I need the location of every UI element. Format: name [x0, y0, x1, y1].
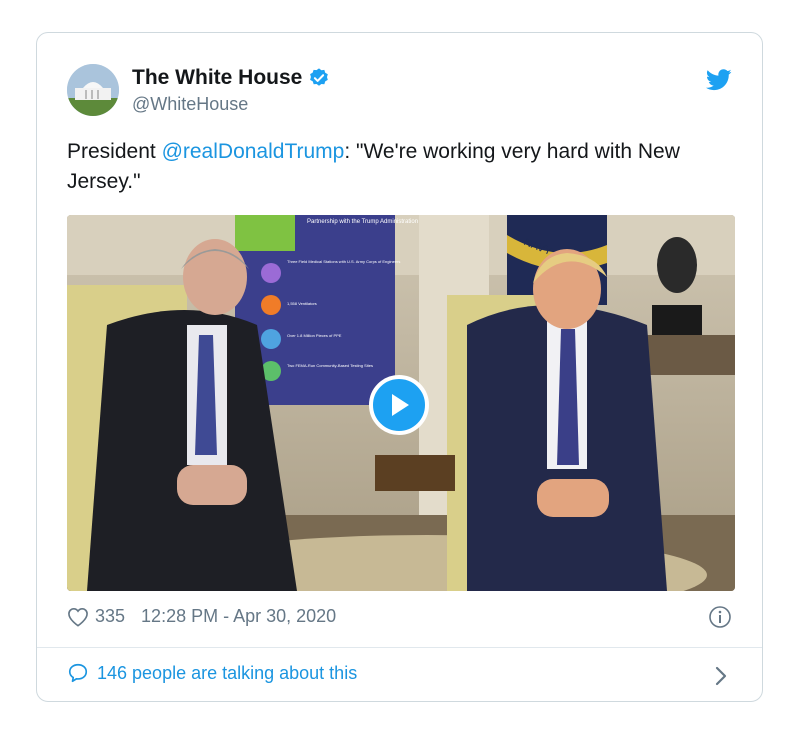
poster-item-3: Over 1.8 Million Pieces of PPE — [287, 333, 342, 338]
play-icon — [392, 394, 409, 416]
heart-icon[interactable] — [67, 607, 89, 627]
poster-header: Partnership with the Trump Administratio… — [307, 219, 418, 225]
chevron-right-icon[interactable] — [714, 665, 728, 687]
verified-badge-icon — [310, 68, 329, 86]
like-count[interactable]: 335 — [95, 606, 125, 627]
timestamp[interactable]: 12:28 PM - Apr 30, 2020 — [141, 606, 336, 627]
tweet-text: President @realDonaldTrump: "We're worki… — [67, 137, 727, 197]
poster-item-2: 1,558 Ventilators — [287, 301, 317, 306]
text-prefix: President — [67, 140, 162, 163]
video-player[interactable]: NAVY Partnership with the Trump Administ… — [67, 215, 735, 591]
poster-item-1: Three Field Medical Stations with U.S. A… — [287, 259, 400, 264]
avatar[interactable] — [67, 64, 119, 116]
divider — [37, 647, 762, 648]
play-button[interactable] — [369, 375, 429, 435]
tweet-card: The White House @WhiteHouse President @r… — [36, 32, 763, 702]
speech-bubble-icon — [68, 663, 88, 683]
tweet-meta: 335 12:28 PM - Apr 30, 2020 — [67, 606, 336, 627]
info-icon[interactable] — [708, 605, 732, 629]
conversation-link[interactable]: 146 people are talking about this — [67, 662, 357, 684]
conversation-label: 146 people are talking about this — [97, 662, 358, 683]
author-row: The White House — [132, 66, 330, 90]
twitter-bird-icon[interactable] — [706, 69, 732, 91]
mention-link[interactable]: @realDonaldTrump — [162, 140, 345, 163]
poster-item-4: Two FEMA-Run Community-Based Testing Sit… — [287, 363, 373, 368]
handle[interactable]: @WhiteHouse — [132, 94, 248, 115]
display-name[interactable]: The White House — [132, 66, 302, 90]
